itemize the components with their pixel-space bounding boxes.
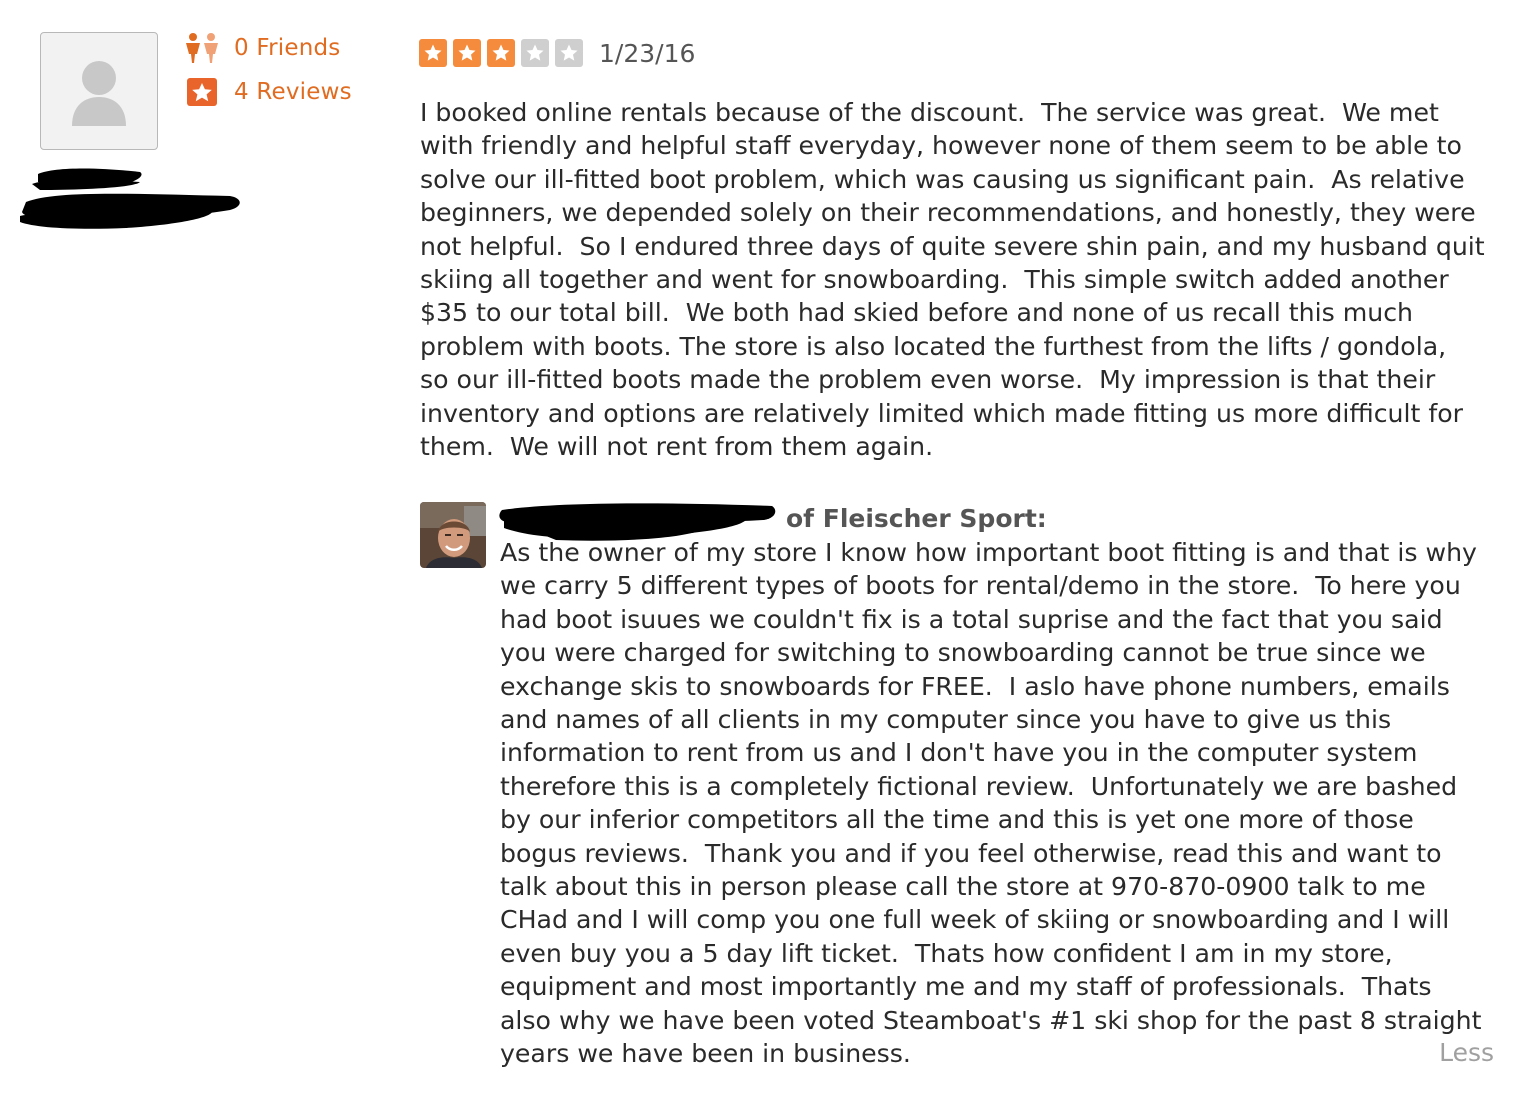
- star-filled-icon: [487, 39, 515, 67]
- star-empty-icon: [555, 39, 583, 67]
- reviewer-avatar[interactable]: [40, 32, 158, 150]
- star-empty-icon: [521, 39, 549, 67]
- default-user-avatar-icon: [72, 61, 126, 126]
- review-rating-row: 1/23/16: [419, 37, 695, 69]
- friends-icon: [186, 33, 218, 63]
- review-date: 1/23/16: [599, 38, 696, 68]
- less-button[interactable]: Less: [1439, 1038, 1494, 1067]
- reviews-label: 4 Reviews: [234, 79, 352, 105]
- star-filled-icon: [453, 39, 481, 67]
- owner-avatar[interactable]: [420, 502, 486, 568]
- friends-label: 0 Friends: [234, 35, 341, 61]
- redacted-reviewer-name: [20, 168, 240, 229]
- owner-photo-image: [420, 502, 486, 568]
- star-rating: [419, 39, 589, 67]
- friends-count[interactable]: 0 Friends: [184, 32, 340, 64]
- owner-reply-header: of Fleischer Sport:: [786, 504, 1047, 533]
- star-badge-icon: [187, 78, 217, 106]
- review-text: I booked online rentals because of the d…: [420, 98, 1485, 462]
- reviews-count[interactable]: 4 Reviews: [184, 76, 352, 108]
- star-filled-icon: [419, 39, 447, 67]
- owner-reply-text: As the owner of my store I know how impo…: [500, 538, 1482, 1069]
